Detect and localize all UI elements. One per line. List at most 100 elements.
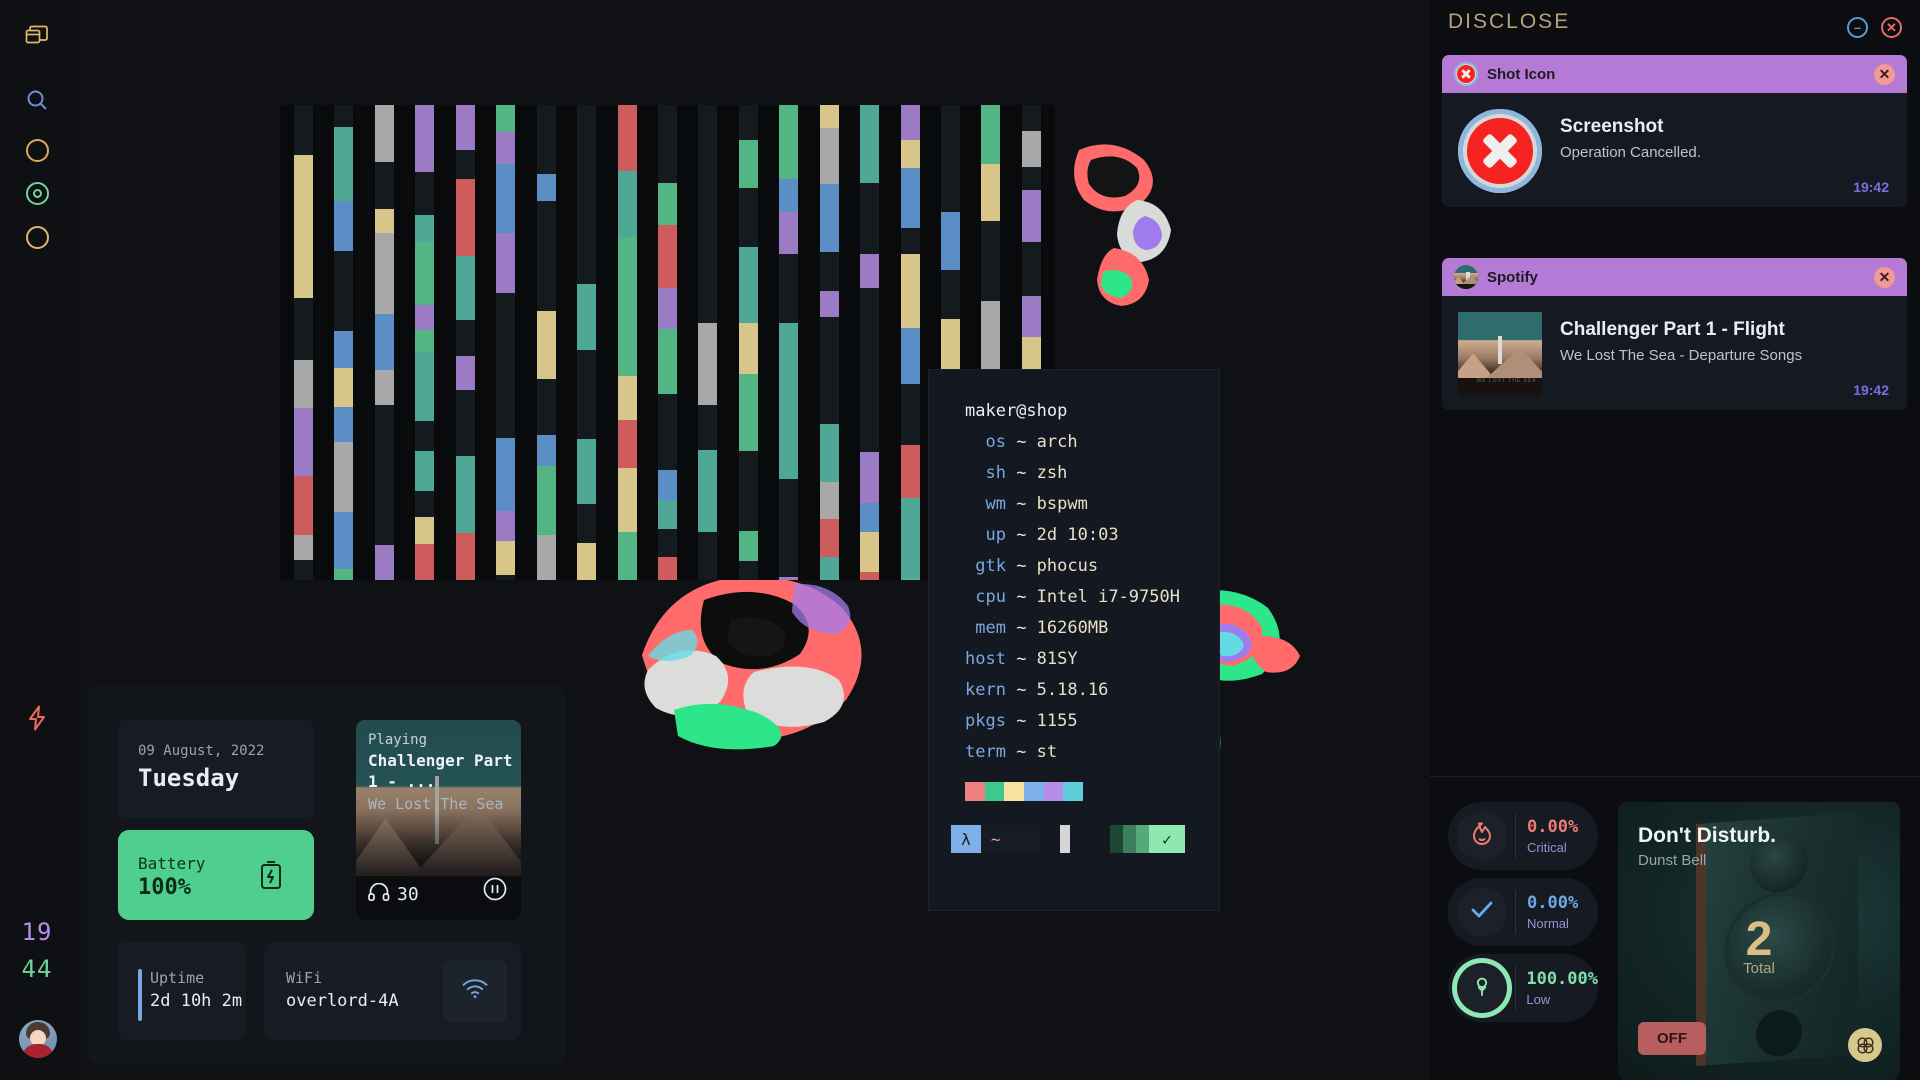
wallpaper-bar-column — [496, 105, 516, 580]
wallpaper-bar-column — [415, 105, 435, 580]
stat-percent: 0.00% — [1527, 893, 1579, 913]
notification-card-spotify[interactable]: Spotify ✕ WE LOST THE SEA Challenger Par… — [1442, 258, 1907, 410]
stat-label: Low — [1526, 992, 1551, 1007]
wallpaper-bar-segment — [334, 251, 354, 331]
wallpaper-bar-segment — [415, 330, 435, 352]
dock-item-circle-1[interactable] — [0, 130, 74, 170]
wallpaper-bar-segment — [496, 132, 516, 164]
wallpaper-bar-segment — [779, 479, 799, 509]
date-widget[interactable]: 09 August, 2022 Tuesday — [118, 720, 314, 818]
wallpaper-bar-segment — [657, 183, 677, 225]
wallpaper-bar-segment — [496, 438, 516, 511]
wallpaper-bar-segment — [900, 105, 920, 140]
wallpaper-bar-segment — [374, 314, 394, 370]
stat-icon-wrap — [1457, 887, 1507, 937]
wallpaper-bar-segment — [819, 353, 839, 424]
dnd-knob-icon[interactable] — [1848, 1028, 1882, 1062]
wallpaper-bar-segment — [779, 212, 799, 254]
wallpaper-bar-segment — [415, 421, 435, 451]
wallpaper-bar-segment — [819, 105, 839, 128]
wallpaper-bar-column — [657, 105, 677, 580]
uptime-widget[interactable]: Uptime 2d 10h 2m — [118, 942, 246, 1040]
wallpaper-bar-segment — [617, 237, 637, 301]
wallpaper-bar-segment — [657, 529, 677, 557]
wallpaper-bar-segment — [496, 575, 516, 580]
stat-pill-normal[interactable]: 0.00% Normal — [1448, 878, 1598, 946]
dnd-card[interactable]: Don't Disturb. Dunst Bell 2 Total OFF — [1618, 802, 1900, 1080]
terminal-row-tilde: ~ — [1005, 742, 1037, 762]
avatar[interactable] — [19, 1020, 57, 1058]
stat-values: 100.00% Low — [1526, 969, 1598, 1007]
wallpaper-bar-segment — [617, 105, 637, 171]
wallpaper-bar-segment — [374, 209, 394, 233]
wallpaper-bar-segment — [577, 504, 597, 543]
stat-percent: 0.00% — [1527, 817, 1579, 837]
notification-card-screenshot[interactable]: Shot Icon ✕ Screenshot Operation Cancell… — [1442, 55, 1907, 207]
terminal-fetch-window[interactable]: maker@shop os ~ arch sh ~ zsh wm ~ bspwm… — [929, 370, 1219, 910]
wallpaper-bar-segment — [294, 105, 313, 155]
dock-item-power[interactable] — [0, 700, 74, 740]
target-icon — [25, 181, 49, 205]
stat-icon-wrap — [1457, 963, 1507, 1013]
wallpaper-bar-segment — [860, 105, 880, 183]
wallpaper-bar-column — [900, 105, 920, 580]
wallpaper-bar-segment — [981, 221, 1001, 301]
wallpaper-bar-segment — [617, 420, 637, 468]
wallpaper-bar-segment — [374, 370, 394, 405]
wallpaper-bar-segment — [536, 281, 556, 311]
wallpaper-bar-segment — [496, 293, 516, 375]
notification-header: Spotify ✕ — [1442, 258, 1907, 296]
terminal-row-tilde: ~ — [1005, 649, 1037, 669]
wallpaper-bar-segment — [698, 405, 718, 450]
close-circle-icon[interactable]: ✕ — [1881, 17, 1902, 38]
flame-icon — [1471, 822, 1493, 851]
stat-pill-critical[interactable]: 0.00% Critical — [1448, 802, 1598, 870]
wifi-widget[interactable]: WiFi overlord-4A — [264, 942, 521, 1040]
terminal-row-tilde: ~ — [1005, 587, 1037, 607]
error-x-icon — [1454, 62, 1478, 86]
wallpaper-bar-segment — [617, 301, 637, 376]
music-widget[interactable]: WE LOST THE SEA DEPARTURE SONGS Playing … — [356, 720, 521, 920]
dock-item-windows[interactable] — [0, 18, 74, 58]
terminal-row: wm ~ bspwm — [929, 489, 1185, 520]
wallpaper-bar-segment — [779, 179, 799, 212]
wallpaper-bar-segment — [577, 543, 597, 580]
notification-close-icon[interactable]: ✕ — [1874, 266, 1895, 288]
wallpaper-bar-segment — [294, 155, 313, 222]
wallpaper-bar-segment — [455, 356, 475, 390]
music-artist: We Lost The Sea — [368, 795, 504, 813]
terminal-row-key: wm — [965, 494, 1006, 514]
wallpaper-bar-segment — [1021, 242, 1041, 296]
wallpaper-bar-segment — [577, 151, 597, 201]
wallpaper-bar-segment — [819, 557, 839, 580]
stat-percent: 100.00% — [1526, 969, 1598, 989]
wallpaper-bar-segment — [334, 105, 354, 127]
wallpaper-bar-segment — [860, 452, 880, 503]
wallpaper-bar-segment — [819, 424, 839, 482]
terminal-row-tilde: ~ — [1005, 556, 1037, 576]
stat-label: Normal — [1527, 916, 1569, 931]
wallpaper-bar-segment — [738, 561, 758, 580]
stat-pill-low[interactable]: 100.00% Low — [1448, 954, 1598, 1022]
wallpaper-bar-column — [374, 105, 394, 580]
album-mountain-right — [1483, 347, 1542, 381]
terminal-row-tilde: ~ — [1005, 494, 1037, 514]
wifi-toggle[interactable] — [443, 960, 507, 1022]
dock-item-target[interactable] — [0, 173, 74, 213]
dnd-toggle-button[interactable]: OFF — [1638, 1022, 1706, 1055]
terminal-row-tilde: ~ — [1005, 525, 1037, 545]
notification-body-text: We Lost The Sea - Departure Songs — [1560, 347, 1803, 364]
dock-item-search[interactable] — [0, 82, 74, 122]
wallpaper-bar-segment — [455, 150, 475, 179]
battery-widget[interactable]: Battery 100% — [118, 830, 314, 920]
clock-hour: 19 — [21, 918, 53, 946]
pause-icon[interactable] — [483, 877, 507, 906]
battery-label: Battery — [138, 854, 206, 873]
album-caption: WE LOST THE SEA — [1476, 378, 1537, 385]
notification-close-icon[interactable]: ✕ — [1874, 63, 1895, 85]
minimize-circle-icon[interactable]: – — [1847, 17, 1868, 38]
dock-item-circle-2[interactable] — [0, 217, 74, 257]
music-volume[interactable]: 30 — [368, 882, 419, 906]
weekday-text: Tuesday — [138, 764, 240, 792]
wallpaper-bar-segment — [819, 317, 839, 353]
